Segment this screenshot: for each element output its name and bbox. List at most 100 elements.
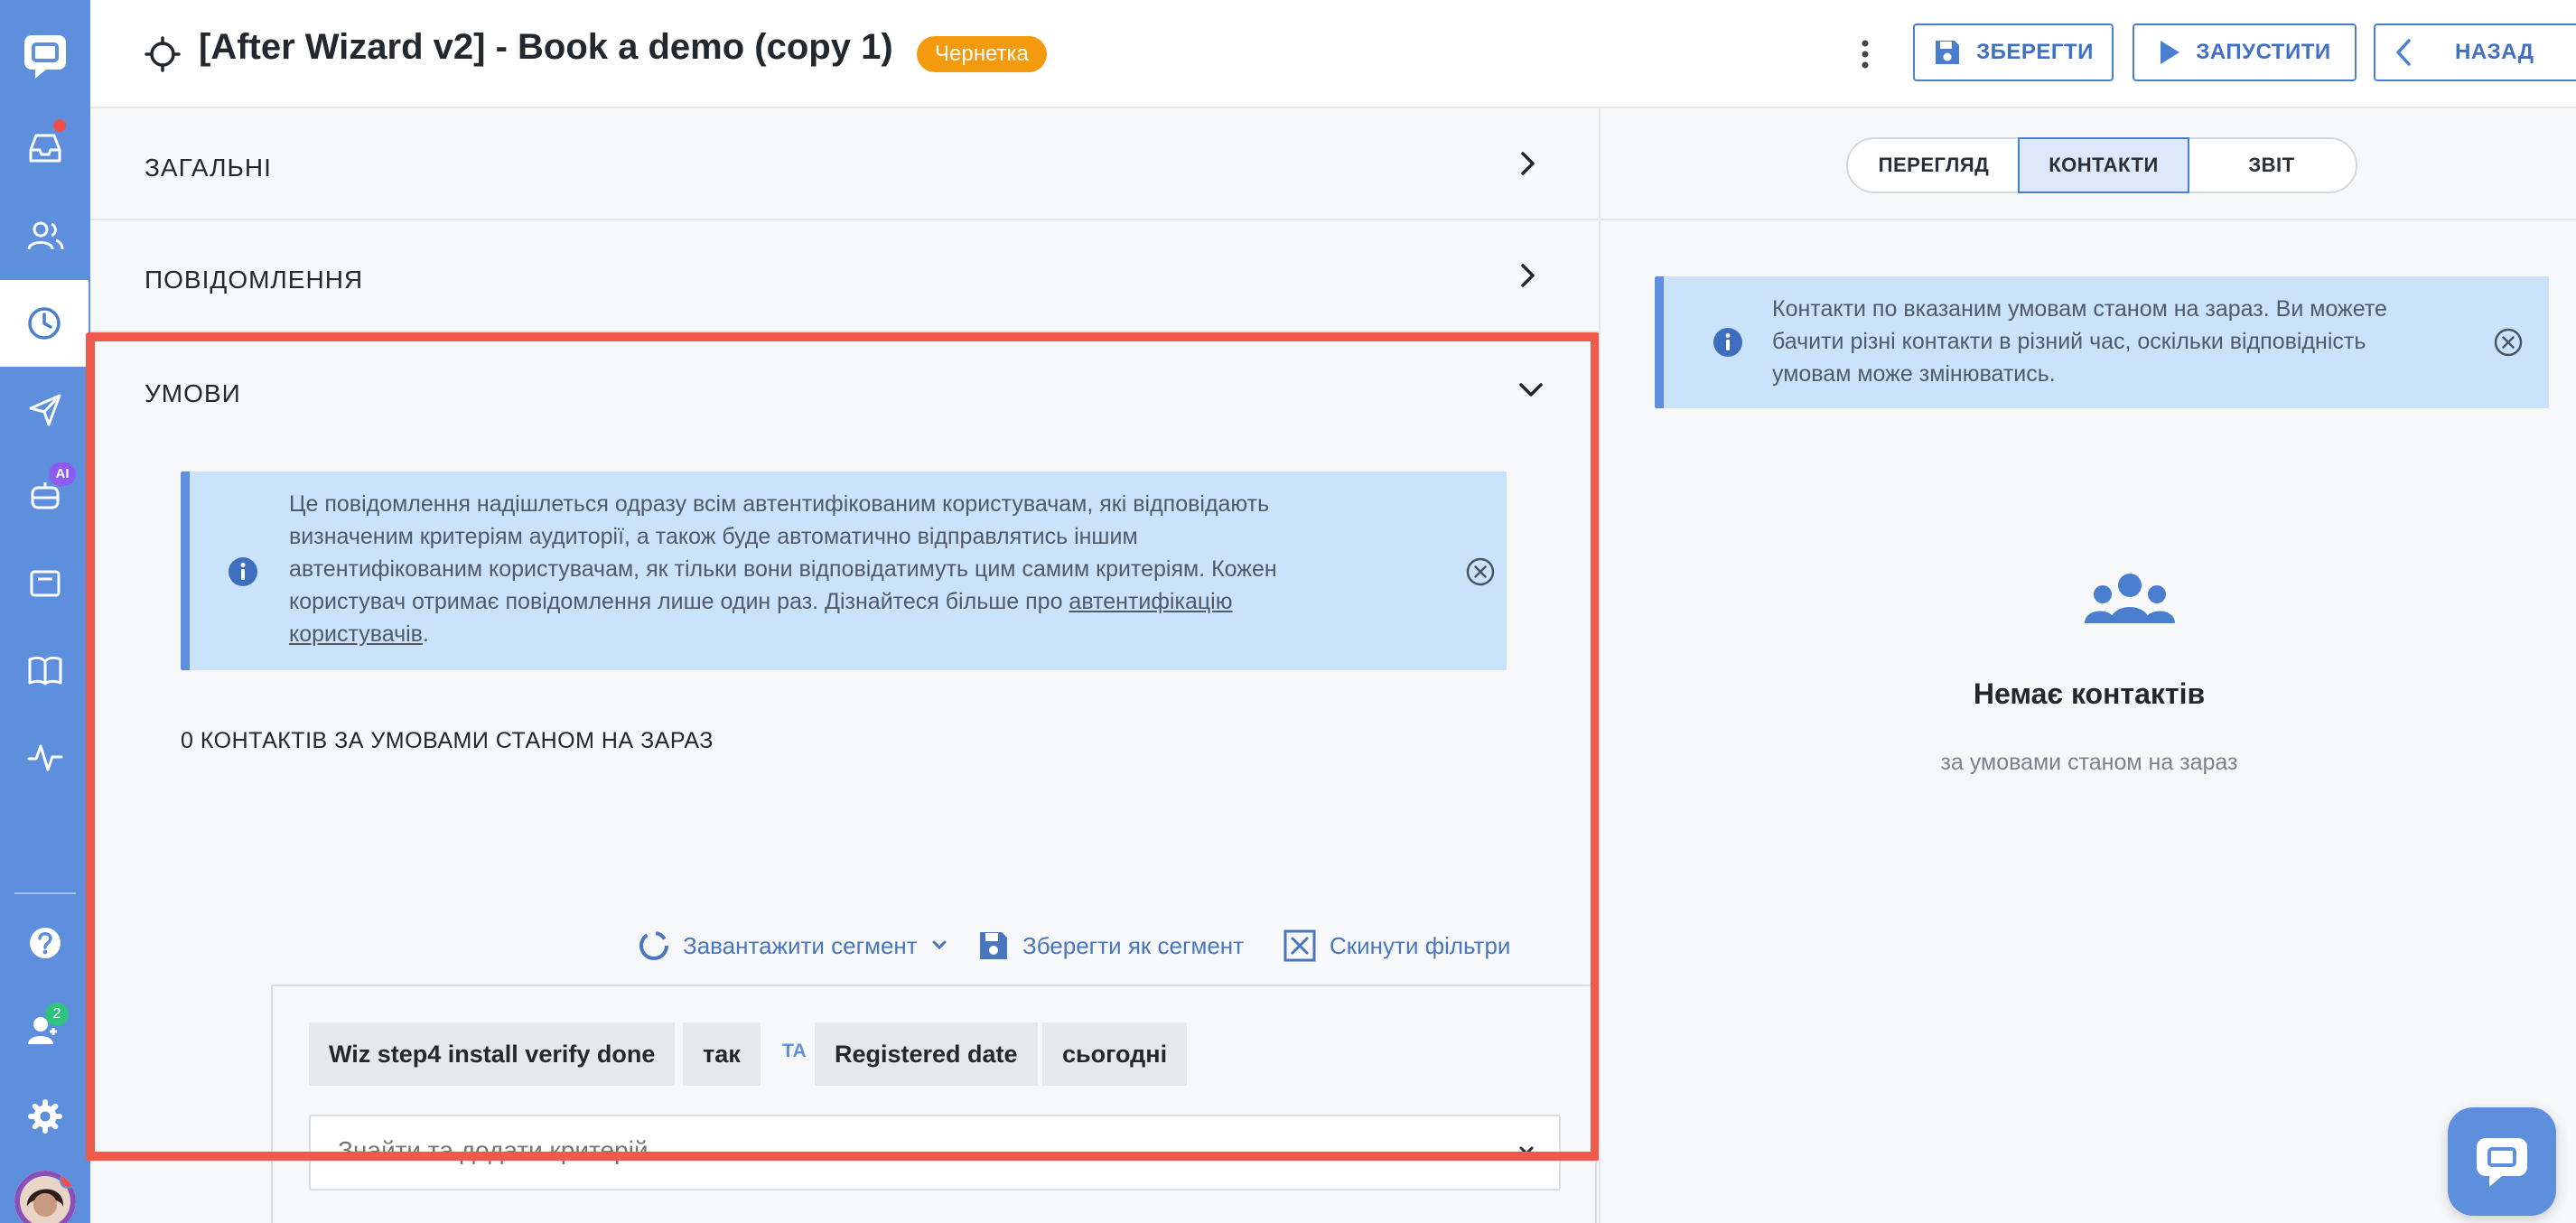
close-square-icon <box>1283 929 1316 962</box>
avatar-status-dot <box>60 1172 76 1189</box>
filter-connector-and: ТА <box>782 1041 807 1061</box>
close-circle-icon[interactable] <box>2493 327 2524 358</box>
notification-dot <box>51 117 68 134</box>
gear-icon <box>28 1099 62 1134</box>
info-line: умовам може змінюватись. <box>1772 361 2056 387</box>
run-button-label: ЗАПУСТИТИ <box>2196 40 2331 64</box>
tab-report[interactable]: ЗВІТ <box>2186 137 2357 193</box>
section-general[interactable]: ЗАГАЛЬНІ <box>90 108 1599 220</box>
empty-state-title: Немає контактів <box>1973 677 2206 710</box>
section-messages-title: ПОВІДОМЛЕННЯ <box>145 266 364 294</box>
filter-chip-value[interactable]: так <box>683 1022 761 1086</box>
team-count-badge: 2 <box>45 1003 69 1026</box>
chevron-down-icon <box>1519 1146 1534 1156</box>
floppy-disk-icon <box>1936 41 1960 64</box>
save-as-segment-button[interactable]: Зберегти як сегмент <box>977 926 1244 966</box>
page-title: [After Wizard v2] - Book a demo (copy 1) <box>199 27 893 67</box>
chat-logo[interactable] <box>0 13 90 99</box>
pulse-icon <box>27 744 63 771</box>
info-icon <box>229 557 257 586</box>
inbox-icon <box>29 134 61 163</box>
info-line: Контакти по вказаним умовам станом на за… <box>1772 296 2387 322</box>
load-segment-label: Завантажити сегмент <box>683 931 918 959</box>
users-icon <box>27 221 64 250</box>
info-line: користувач отримає повідомлення лише оди… <box>289 585 1373 618</box>
auth-docs-link[interactable]: автентифікацію <box>1069 589 1232 614</box>
book-icon <box>28 656 62 686</box>
conditions-info-text: Це повідомлення надішлеться одразу всім … <box>289 488 1373 650</box>
info-line: бачити різні контакти в різний час, оскі… <box>1772 329 2366 354</box>
load-segment-button[interactable]: Завантажити сегмент <box>638 926 948 966</box>
clock-icon <box>28 307 61 340</box>
auth-docs-link-cont[interactable]: користувачів <box>289 621 423 647</box>
sidebar-item-contacts[interactable] <box>0 193 90 280</box>
ai-badge: AI <box>49 462 76 486</box>
sidebar-divider <box>14 892 76 894</box>
criteria-search-input[interactable] <box>338 1136 1422 1165</box>
send-icon <box>29 394 61 426</box>
save-segment-label: Зберегти як сегмент <box>1022 931 1245 959</box>
sidebar-item-knowledge-base[interactable] <box>0 627 90 714</box>
chat-widget-button[interactable] <box>2448 1107 2556 1216</box>
floppy-disk-icon <box>980 932 1007 959</box>
info-icon <box>1713 328 1742 357</box>
sidebar-item-team[interactable]: 2 <box>0 986 90 1073</box>
back-button[interactable]: НАЗАД <box>2374 23 2576 81</box>
sidebar-item-analytics[interactable] <box>0 714 90 800</box>
chevron-right-icon <box>1521 264 1535 287</box>
chevron-down-icon <box>1519 383 1543 397</box>
sidebar-item-settings[interactable] <box>0 1073 90 1160</box>
more-vertical-icon[interactable] <box>1859 36 1871 72</box>
filter-chip-attribute[interactable]: Wiz step4 install verify done <box>309 1022 676 1086</box>
conditions-info-banner: Це повідомлення надішлеться одразу всім … <box>181 471 1507 670</box>
info-line-text: . <box>422 621 429 647</box>
play-icon <box>2161 41 2180 64</box>
info-line: Це повідомлення надішлеться одразу всім … <box>289 491 1270 517</box>
users-group-icon <box>2085 574 2175 623</box>
section-messages[interactable]: ПОВІДОМЛЕННЯ <box>90 220 1599 332</box>
chat-bubble-icon <box>24 35 66 79</box>
sidebar-item-ai-bot[interactable]: AI <box>0 453 90 540</box>
tab-contacts[interactable]: КОНТАКТИ <box>2018 137 2189 193</box>
section-conditions-title: УМОВИ <box>145 379 241 407</box>
criteria-search-field[interactable] <box>309 1115 1561 1190</box>
sidebar-item-campaigns[interactable] <box>0 367 90 453</box>
chevron-left-icon <box>2396 39 2411 66</box>
editor-panel: ЗАГАЛЬНІ ПОВІДОМЛЕННЯ УМОВИ Це повідомле… <box>90 108 1599 1223</box>
empty-state-subtitle: за умовами станом на зараз <box>1940 750 2238 775</box>
run-button[interactable]: ЗАПУСТИТИ <box>2133 23 2357 81</box>
save-button[interactable]: ЗБЕРЕГТИ <box>1913 23 2114 81</box>
info-line: користувачів. <box>289 618 1373 650</box>
preview-panel: ПЕРЕГЛЯД КОНТАКТИ ЗВІТ Контакти по вказа… <box>1599 108 2576 1223</box>
reset-filters-button[interactable]: Скинути фільтри <box>1283 926 1510 966</box>
target-icon <box>145 36 181 72</box>
page-header: [After Wizard v2] - Book a demo (copy 1)… <box>90 0 2576 108</box>
chevron-right-icon <box>1521 152 1535 175</box>
info-line: визначеним критеріям аудиторії, а також … <box>289 524 1138 549</box>
reset-filters-label: Скинути фільтри <box>1330 931 1511 959</box>
contacts-info-banner: Контакти по вказаним умовам станом на за… <box>1655 276 2549 408</box>
preview-tabs: ПЕРЕГЛЯД КОНТАКТИ ЗВІТ <box>1601 108 2576 220</box>
sidebar-item-widget[interactable] <box>0 540 90 627</box>
section-conditions[interactable]: УМОВИ <box>90 332 1599 444</box>
close-circle-icon[interactable] <box>1465 556 1496 587</box>
status-badge: Чернетка <box>917 36 1047 72</box>
sidebar-item-automation[interactable] <box>0 280 89 367</box>
tab-preview[interactable]: ПЕРЕГЛЯД <box>1846 137 2021 193</box>
chat-bubble-icon <box>2477 1138 2527 1187</box>
info-line: автентифікованим користувачам, як тільки… <box>289 556 1277 582</box>
spinner-segment-icon <box>639 931 668 960</box>
avatar[interactable] <box>14 1171 76 1223</box>
sidebar: AI 2 <box>0 0 90 1223</box>
question-icon <box>30 928 61 958</box>
save-button-label: ЗБЕРЕГТИ <box>1976 40 2094 64</box>
filter-chip-attribute[interactable]: Registered date <box>815 1022 1038 1086</box>
filter-chip-value[interactable]: сьогодні <box>1042 1022 1188 1086</box>
filter-builder: Wiz step4 install verify done так ТА Reg… <box>271 985 1597 1223</box>
chevron-down-icon <box>932 940 947 950</box>
sidebar-item-help[interactable] <box>0 900 90 986</box>
contacts-info-text: Контакти по вказаним умовам станом на за… <box>1772 293 2459 390</box>
window-icon <box>30 570 61 597</box>
back-button-label: НАЗАД <box>2455 40 2534 64</box>
sidebar-item-inbox[interactable] <box>0 105 90 191</box>
